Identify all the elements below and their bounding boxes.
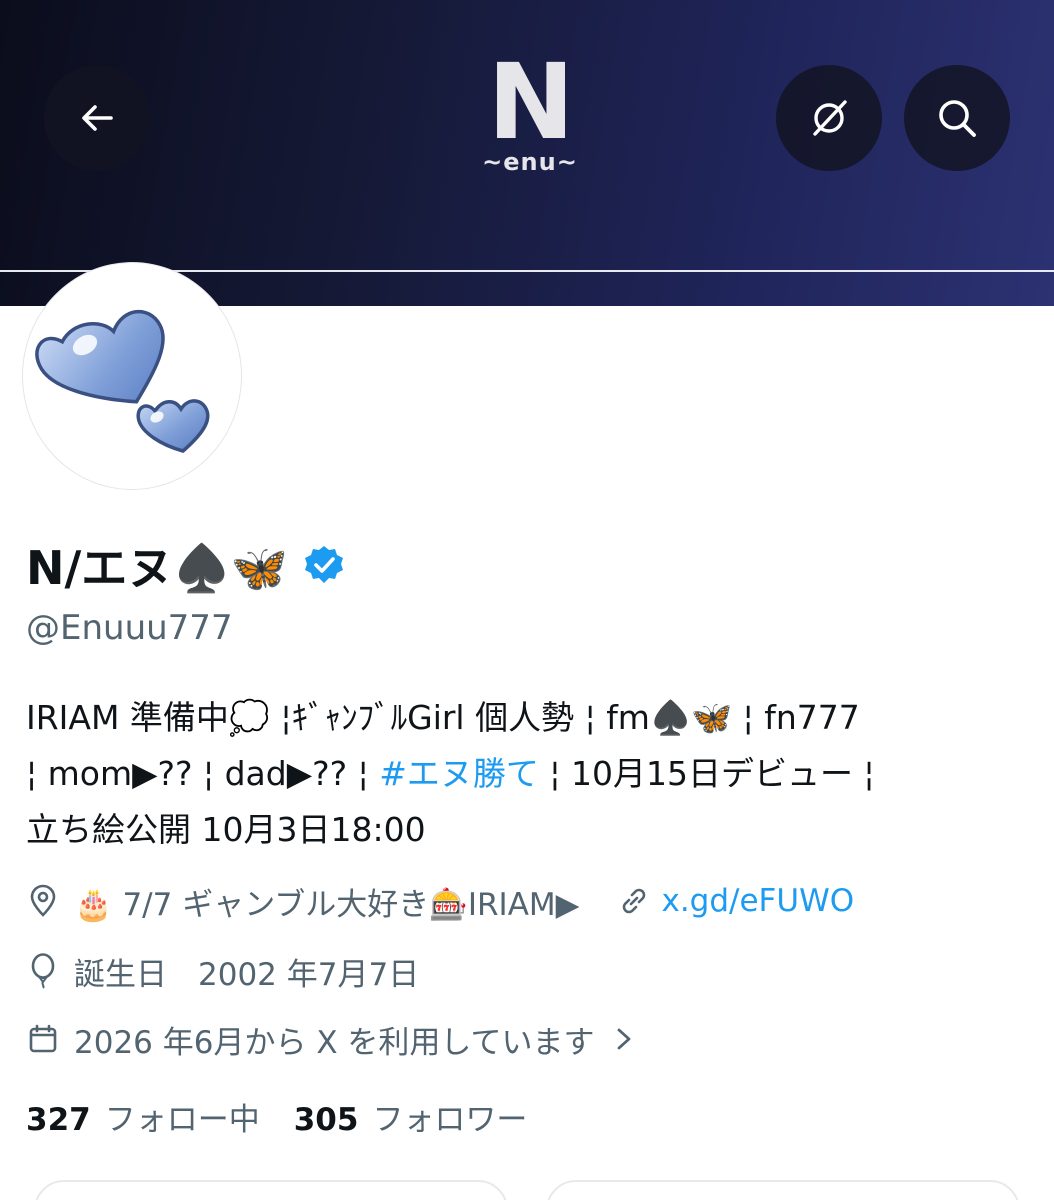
blue-hearts-icon [35,309,210,453]
back-button[interactable] [44,65,150,171]
following-count: 327 [26,1101,91,1138]
handle: @Enuuu777 [26,608,233,648]
banner-logo: N ~enu~ [470,50,590,176]
display-name: N/エヌ♠️🦋 [26,541,288,595]
search-button[interactable] [904,65,1010,171]
bio-line-2: ¦ mom▶︎?? ¦ dad▶︎?? ¦ #エヌ勝て ¦ 10月15日デビュー… [26,746,1026,802]
bio-line-1: IRIAM 準備中💭 ¦ｷﾞｬﾝﾌﾞﾙGirl 個人勢 ¦ fm♠️🦋 ¦ fn… [26,698,860,737]
following-link[interactable]: 327 フォロー中 [26,1094,260,1139]
link-icon [623,888,646,914]
follow-stats: 327 フォロー中 305 フォロワー [26,1090,527,1142]
bio-line-2-post: ¦ 10月15日デビュー ¦ [538,754,875,793]
birthday-row: 誕生日 2002 年7月7日 [26,946,419,996]
bio: IRIAM 準備中💭 ¦ｷﾞｬﾝﾌﾞﾙGirl 個人勢 ¦ fm♠️🦋 ¦ fn… [26,690,1026,858]
following-label: フォロー中 [104,1101,260,1138]
bio-line-2-pre: ¦ mom▶︎?? ¦ dad▶︎?? ¦ [26,754,380,793]
location-text: 🎂 7/7 ギャンブル大好き🎰IRIAM▶︎ [74,886,580,923]
followers-link[interactable]: 305 フォロワー [294,1094,528,1139]
birthday-text: 誕生日 2002 年7月7日 [74,956,420,993]
grok-button[interactable] [776,65,882,171]
hashtag-link[interactable]: #エヌ勝て [379,754,539,793]
balloon-icon [31,953,55,989]
logo-subtitle: ~enu~ [482,148,578,176]
location-row: 🎂 7/7 ギャンブル大好き🎰IRIAM▶︎ x.gd/eFUWO [26,876,854,926]
followers-label: フォロワー [372,1101,528,1138]
website-link[interactable]: x.gd/eFUWO [661,883,854,919]
location-pin-icon [30,884,56,917]
followers-count: 305 [293,1101,359,1138]
back-arrow-icon [82,105,113,131]
calendar-icon [29,1024,57,1053]
name-row: N/エヌ♠️🦋 [26,534,346,596]
search-icon [939,100,976,137]
chevron-right-icon [618,1028,631,1050]
joined-row[interactable]: 2026 年6月から X を利用しています [26,1014,638,1064]
grok-icon [813,100,847,136]
profile-banner[interactable]: N ~enu~ [0,0,1054,306]
bottom-pill-right[interactable] [546,1180,1020,1200]
bottom-pill-left[interactable] [34,1180,508,1200]
bio-line-3: 立ち絵公開 10月3日18:00 [26,810,426,849]
avatar[interactable] [22,262,242,490]
joined-text: 2026 年6月から X を利用しています [74,1024,595,1061]
logo-letter: N [487,41,574,163]
verified-badge-icon[interactable] [302,543,346,587]
